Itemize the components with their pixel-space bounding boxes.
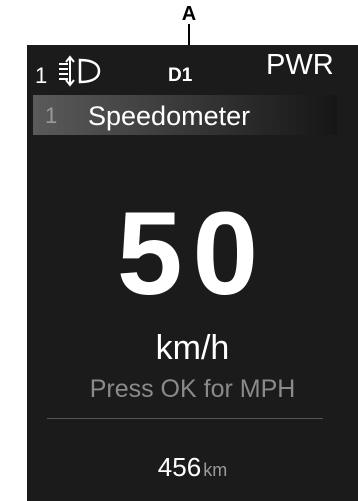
menu-title-bar: 1 Speedometer <box>33 95 337 135</box>
instrument-display: 1 D1 PWR 1 Speedometer 50 km/h Press OK … <box>27 45 358 501</box>
drive-mode-indicator: PWR <box>266 49 334 81</box>
headlight-leveling-icon <box>59 55 101 87</box>
speed-value: 50 <box>116 188 269 320</box>
gear-indicator: D1 <box>168 65 193 86</box>
odometer-value: 456 <box>157 452 202 482</box>
status-bar: 1 D1 PWR <box>27 45 358 95</box>
headlight-level-value: 1 <box>35 63 48 88</box>
callout-label: A <box>181 3 197 25</box>
unit-toggle-hint: Press OK for MPH <box>89 375 296 403</box>
odometer-unit: km <box>203 460 228 480</box>
menu-title: Speedometer <box>88 101 251 131</box>
odometer: 456 km <box>27 452 358 483</box>
divider <box>47 418 323 419</box>
speed-unit: km/h <box>155 329 230 367</box>
menu-index: 1 <box>45 103 58 128</box>
